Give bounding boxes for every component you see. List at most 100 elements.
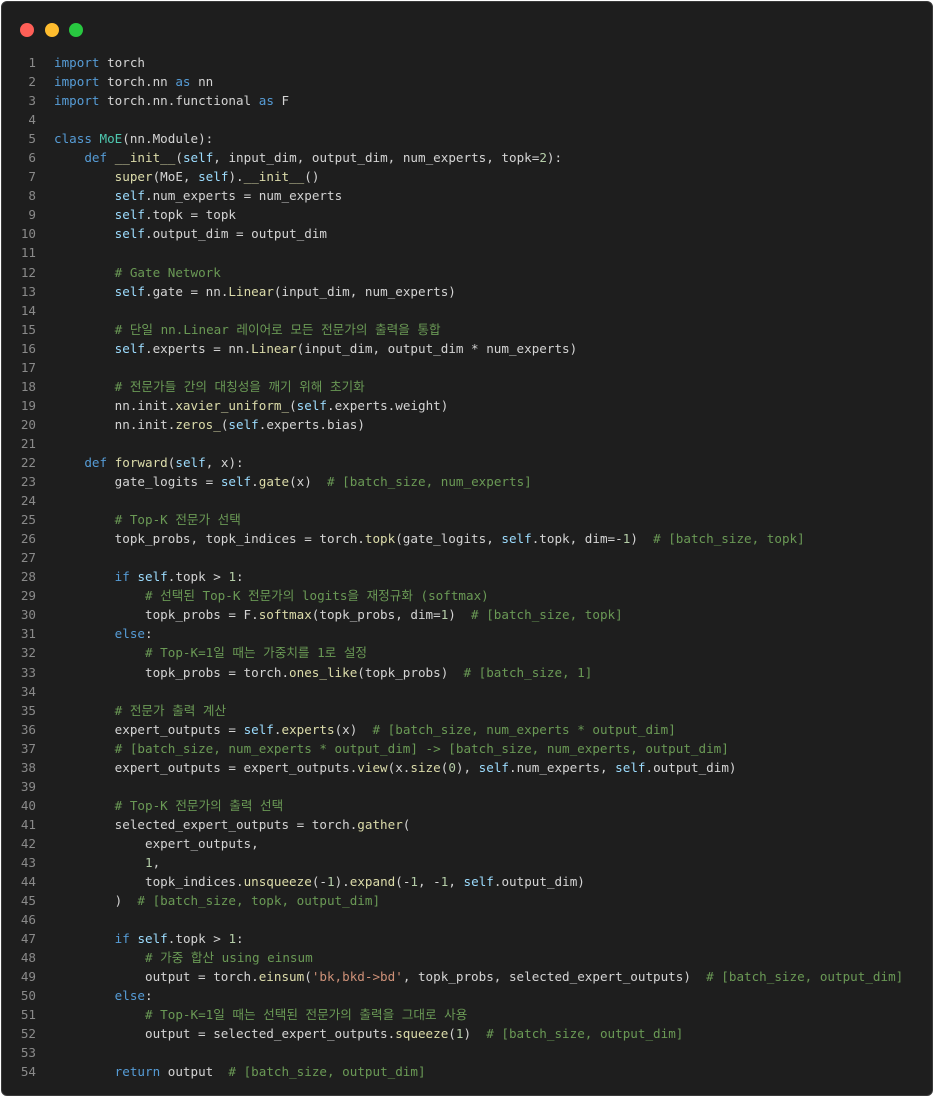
line-code: super(MoE, self).__init__() <box>114 169 320 185</box>
code-line: 41 selected_expert_outputs = torch.gathe… <box>2 815 932 834</box>
code-line: 35 # 전문가 출력 계산 <box>2 701 932 720</box>
line-number: 6 <box>28 150 36 166</box>
code-line: 6 def __init__(self, input_dim, output_d… <box>2 148 932 167</box>
line-number: 42 <box>20 835 36 851</box>
line-number: 9 <box>28 207 36 223</box>
line-number: 50 <box>20 988 36 1004</box>
line-number: 15 <box>20 321 36 337</box>
code-line: 15 # 단일 nn.Linear 레이어로 모든 전문가의 출력을 통합 <box>2 320 932 339</box>
line-number: 7 <box>28 169 36 185</box>
line-code: # 단일 nn.Linear 레이어로 모든 전문가의 출력을 통합 <box>114 321 441 337</box>
line-code: output = selected_expert_outputs.squeeze… <box>54 1026 684 1042</box>
line-number: 37 <box>20 740 36 756</box>
code-line: 51 # Top-K=1일 때는 선택된 전문가의 출력을 그대로 사용 <box>2 1005 932 1024</box>
line-code: self.output_dim = output_dim <box>114 226 327 242</box>
line-code: ) # [batch_size, topk, output_dim] <box>54 893 381 909</box>
code-line: 37 # [batch_size, num_experts * output_d… <box>2 739 932 758</box>
line-number: 18 <box>20 378 36 394</box>
line-number: 30 <box>20 607 36 623</box>
line-code: # 가중 합산 using einsum <box>145 950 313 966</box>
line-number: 14 <box>20 302 36 318</box>
line-code: def forward(self, x): <box>84 454 244 470</box>
line-number: 31 <box>20 626 36 642</box>
line-code: self.num_experts = num_experts <box>114 188 343 204</box>
line-code: else: <box>114 988 153 1004</box>
code-line: 3 import torch.nn.functional as F <box>2 91 932 110</box>
code-line: 7 super(MoE, self).__init__() <box>2 167 932 186</box>
code-line: 50 else: <box>2 986 932 1005</box>
code-line: 31 else: <box>2 624 932 643</box>
line-number: 25 <box>20 512 36 528</box>
code-line: 52 output = selected_expert_outputs.sque… <box>2 1024 932 1043</box>
line-code: # 선택된 Top-K 전문가의 logits을 재정규화 (softmax) <box>145 588 489 604</box>
line-code: # Top-K 전문가의 출력 선택 <box>114 797 284 813</box>
line-code: nn.init.xavier_uniform_(self.experts.wei… <box>54 397 449 413</box>
code-window: 1 import torch 2 import torch.nn as nn 3 impo… <box>1 1 933 1096</box>
code-line: 24 <box>2 491 932 510</box>
code-line: 4 <box>2 110 932 129</box>
line-number: 41 <box>20 816 36 832</box>
code-line: 19 nn.init.xavier_uniform_(self.experts.… <box>2 396 932 415</box>
code-line: 49 output = torch.einsum('bk,bkd->bd', t… <box>2 967 932 986</box>
line-code: output = torch.einsum('bk,bkd->bd', topk… <box>54 969 904 985</box>
code-line: 17 <box>2 358 932 377</box>
code-line: 42 expert_outputs, <box>2 834 932 853</box>
line-code: # Top-K 전문가 선택 <box>114 512 241 528</box>
code-line: 36 expert_outputs = self.experts(x) # [b… <box>2 720 932 739</box>
line-code: gate_logits = self.gate(x) # [batch_size… <box>54 474 532 490</box>
line-number: 45 <box>20 893 36 909</box>
code-line: 32 # Top-K=1일 때는 가중치를 1로 설정 <box>2 643 932 662</box>
line-number: 36 <box>20 721 36 737</box>
code-line: 9 self.topk = topk <box>2 205 932 224</box>
line-number: 29 <box>20 588 36 604</box>
line-code: import torch.nn.functional as F <box>54 93 290 109</box>
line-number: 48 <box>20 950 36 966</box>
code-line: 2 import torch.nn as nn <box>2 72 932 91</box>
line-code: if self.topk > 1: <box>114 931 244 947</box>
code-line: 5 class MoE(nn.Module): <box>2 129 932 148</box>
code-line: 46 <box>2 910 932 929</box>
line-number: 35 <box>20 702 36 718</box>
line-number: 54 <box>20 1064 36 1080</box>
line-number: 4 <box>28 112 36 128</box>
line-number: 1 <box>28 55 36 70</box>
minimize-button[interactable] <box>45 23 59 37</box>
line-number: 43 <box>20 854 36 870</box>
code-line: 12 # Gate Network <box>2 263 932 282</box>
code-line: 10 self.output_dim = output_dim <box>2 224 932 243</box>
title-bar <box>2 2 932 48</box>
line-number: 21 <box>20 435 36 451</box>
line-number: 40 <box>20 797 36 813</box>
line-number: 12 <box>20 264 36 280</box>
line-code: import torch <box>54 55 145 70</box>
line-number: 5 <box>28 131 36 147</box>
line-number: 34 <box>20 683 36 699</box>
line-number: 39 <box>20 778 36 794</box>
line-code: # Top-K=1일 때는 가중치를 1로 설정 <box>145 645 368 661</box>
line-number: 17 <box>20 359 36 375</box>
code-line: 22 def forward(self, x): <box>2 453 932 472</box>
line-number: 33 <box>20 664 36 680</box>
code-line: 45 ) # [batch_size, topk, output_dim] <box>2 891 932 910</box>
code-line: 14 <box>2 301 932 320</box>
code-line: 1 import torch <box>2 53 932 72</box>
line-code: # 전문가 출력 계산 <box>114 702 227 718</box>
code-line: 25 # Top-K 전문가 선택 <box>2 510 932 529</box>
line-number: 11 <box>20 245 36 261</box>
code-line: 40 # Top-K 전문가의 출력 선택 <box>2 796 932 815</box>
code-line: 54 return output # [batch_size, output_d… <box>2 1062 932 1081</box>
line-number: 20 <box>20 416 36 432</box>
code-line: 48 # 가중 합산 using einsum <box>2 948 932 967</box>
code-line: 11 <box>2 243 932 262</box>
line-code: topk_indices.unsqueeze(-1).expand(-1, -1… <box>54 874 585 890</box>
line-number: 10 <box>20 226 36 242</box>
code-line: 16 self.experts = nn.Linear(input_dim, o… <box>2 339 932 358</box>
close-button[interactable] <box>20 23 34 37</box>
line-code: else: <box>114 626 153 642</box>
line-number: 13 <box>20 283 36 299</box>
code-line: 29 # 선택된 Top-K 전문가의 logits을 재정규화 (softma… <box>2 586 932 605</box>
code-line: 44 topk_indices.unsqueeze(-1).expand(-1,… <box>2 872 932 891</box>
line-code: # Gate Network <box>114 264 221 280</box>
code-line: 20 nn.init.zeros_(self.experts.bias) <box>2 415 932 434</box>
maximize-button[interactable] <box>69 23 83 37</box>
